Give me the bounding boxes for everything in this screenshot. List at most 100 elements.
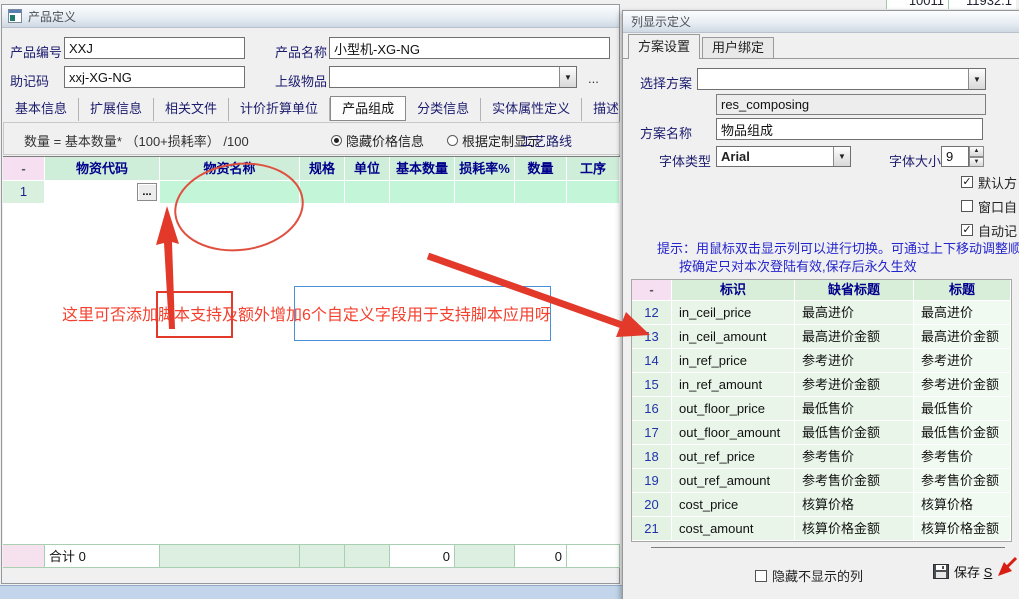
divider <box>651 547 1005 548</box>
product-definition-titlebar[interactable]: 产品定义 <box>2 5 619 28</box>
window-icon <box>8 9 22 23</box>
column-header: 规格 <box>300 157 345 181</box>
parent-item-label: 上级物品 <box>275 71 327 90</box>
product-name-label: 产品名称 <box>275 42 327 61</box>
hide-columns-label: 隐藏不显示的列 <box>772 566 863 585</box>
select-scheme-combobox[interactable]: ▼ <box>697 68 986 90</box>
chevron-down-icon[interactable]: ▼ <box>833 147 850 166</box>
column-header: - <box>3 157 45 181</box>
scheme-tabs: 方案设置 用户绑定 <box>623 33 1019 59</box>
column-header: 单位 <box>345 157 390 181</box>
radio-unselected-icon <box>447 135 458 146</box>
checkbox-label: 默认方 <box>978 173 1017 192</box>
hint-line-2: 按确定只对本次登陆有效,保存后永久生效 <box>679 256 917 275</box>
composition-row-1[interactable]: 1 ... <box>3 181 620 204</box>
save-button[interactable]: 保存 S <box>933 562 992 581</box>
column-def-row[interactable]: 12in_ceil_price最高进价最高进价 <box>632 301 1011 325</box>
column-def-row[interactable]: 13in_ceil_amount最高进价金额最高进价金额 <box>632 325 1011 349</box>
tab-基本信息[interactable]: 基本信息 <box>4 98 79 121</box>
font-type-label: 字体类型 <box>659 151 711 170</box>
column-header: 物资代码 <box>45 157 160 181</box>
product-name-input[interactable] <box>329 37 610 59</box>
column-def-row[interactable]: 18out_ref_price参考售价参考售价 <box>632 445 1011 469</box>
row-number: 1 <box>3 181 45 204</box>
loss-rate-cell[interactable] <box>455 181 515 204</box>
checkbox[interactable]: ✓ <box>961 224 973 236</box>
tab-计价折算单位[interactable]: 计价折算单位 <box>229 98 330 121</box>
total-qty: 0 <box>515 544 567 568</box>
option-checkbox-row[interactable]: 窗口自 <box>961 198 1019 214</box>
product-tabs: 基本信息扩展信息相关文件计价折算单位产品组成分类信息实体属性定义描述信息订 <box>4 95 618 121</box>
unit-cell[interactable] <box>345 181 390 204</box>
parent-item-value <box>330 67 559 87</box>
material-code-cell[interactable]: ... <box>45 181 160 204</box>
material-picker-button[interactable]: ... <box>137 183 157 201</box>
process-cell[interactable] <box>567 181 620 204</box>
qty-cell[interactable] <box>515 181 567 204</box>
column-definition-table: - 标识 缺省标题 标题 12in_ceil_price最高进价最高进价13in… <box>631 279 1012 542</box>
mnemonic-input[interactable] <box>64 66 245 88</box>
parent-item-more-button[interactable]: ... <box>588 71 599 86</box>
option-checkbox-row[interactable]: ✓ 自动记 <box>961 222 1019 238</box>
spin-down-icon[interactable]: ▼ <box>969 157 984 168</box>
composition-table: -物资代码物资名称规格单位基本数量损耗率%数量工序 1 ... 合计 0 <box>3 156 620 568</box>
base-qty-cell[interactable] <box>390 181 455 204</box>
font-size-input[interactable] <box>941 146 969 167</box>
spec-cell[interactable] <box>300 181 345 204</box>
tab-产品组成[interactable]: 产品组成 <box>330 96 406 121</box>
column-def-row[interactable]: 14in_ref_price参考进价参考进价 <box>632 349 1011 373</box>
formula-panel: 数量 = 基本数量* （100+损耗率） /100 隐藏价格信息 根据定制显示 … <box>3 122 620 155</box>
column-def-row[interactable]: 21cost_amount核算价格金额核算价格金额 <box>632 517 1011 541</box>
tab-相关文件[interactable]: 相关文件 <box>154 98 229 121</box>
column-header: 物资名称 <box>160 157 300 181</box>
column-def-row[interactable]: 16out_floor_price最低售价最低售价 <box>632 397 1011 421</box>
process-route-label: 工艺路线 <box>520 131 572 150</box>
total-label: 合计 0 <box>45 544 160 568</box>
column-header: 损耗率% <box>455 157 515 181</box>
mnemonic-label: 助记码 <box>10 71 49 90</box>
column-definition-body: 12in_ceil_price最高进价最高进价13in_ceil_amount最… <box>632 301 1011 541</box>
column-display-definition-window: 列显示定义 方案设置 用户绑定 选择方案 ▼ res_composing 方案名… <box>622 10 1019 599</box>
background-cell-value: 10011 <box>886 0 948 9</box>
composition-table-header: -物资代码物资名称规格单位基本数量损耗率%数量工序 <box>3 157 620 181</box>
floppy-disk-icon <box>933 564 949 579</box>
product-code-input[interactable] <box>64 37 245 59</box>
font-size-stepper[interactable]: ▲ ▼ <box>969 146 984 167</box>
scheme-name-input[interactable] <box>716 118 983 140</box>
spin-up-icon[interactable]: ▲ <box>969 146 984 157</box>
font-type-combobox[interactable]: Arial ▼ <box>716 146 851 167</box>
checkbox-label: 自动记 <box>978 221 1017 240</box>
radio-hide-price-label: 隐藏价格信息 <box>346 131 424 150</box>
chevron-down-icon[interactable]: ▼ <box>559 67 576 87</box>
checkbox[interactable] <box>961 200 973 212</box>
chevron-down-icon[interactable]: ▼ <box>968 69 985 89</box>
window-title: 产品定义 <box>28 8 76 25</box>
radio-hide-price[interactable]: 隐藏价格信息 <box>331 131 424 150</box>
column-display-titlebar[interactable]: 列显示定义 <box>623 11 1019 33</box>
composition-table-body <box>3 204 620 544</box>
option-checkboxes: ✓ 默认方窗口自 ✓ 自动记 <box>961 174 1019 246</box>
tab-扩展信息[interactable]: 扩展信息 <box>79 98 154 121</box>
radio-selected-icon <box>331 135 342 146</box>
scheme-id-field: res_composing <box>716 94 986 115</box>
material-name-cell[interactable] <box>160 181 300 204</box>
tab-描述信息[interactable]: 描述信息 <box>582 98 618 121</box>
background-cell-value: 11932.1 <box>948 0 1016 9</box>
column-def-row[interactable]: 20cost_price核算价格核算价格 <box>632 493 1011 517</box>
tab-实体属性定义[interactable]: 实体属性定义 <box>481 98 582 121</box>
column-header: 工序 <box>567 157 620 181</box>
column-def-row[interactable]: 15in_ref_amount参考进价金额参考进价金额 <box>632 373 1011 397</box>
tab-分类信息[interactable]: 分类信息 <box>406 98 481 121</box>
total-base-qty: 0 <box>390 544 455 568</box>
tab-user-binding[interactable]: 用户绑定 <box>702 37 774 58</box>
checkbox[interactable]: ✓ <box>961 176 973 188</box>
checkbox[interactable] <box>755 570 767 582</box>
tab-scheme-settings[interactable]: 方案设置 <box>628 34 700 59</box>
option-checkbox-row[interactable]: ✓ 默认方 <box>961 174 1019 190</box>
hide-columns-option[interactable]: 隐藏不显示的列 <box>755 566 863 585</box>
column-definition-header: - 标识 缺省标题 标题 <box>632 280 1011 301</box>
column-def-row[interactable]: 19out_ref_amount参考售价金额参考售价金额 <box>632 469 1011 493</box>
column-def-row[interactable]: 17out_floor_amount最低售价金额最低售价金额 <box>632 421 1011 445</box>
parent-item-combobox[interactable]: ▼ <box>329 66 577 88</box>
select-scheme-label: 选择方案 <box>640 73 692 92</box>
